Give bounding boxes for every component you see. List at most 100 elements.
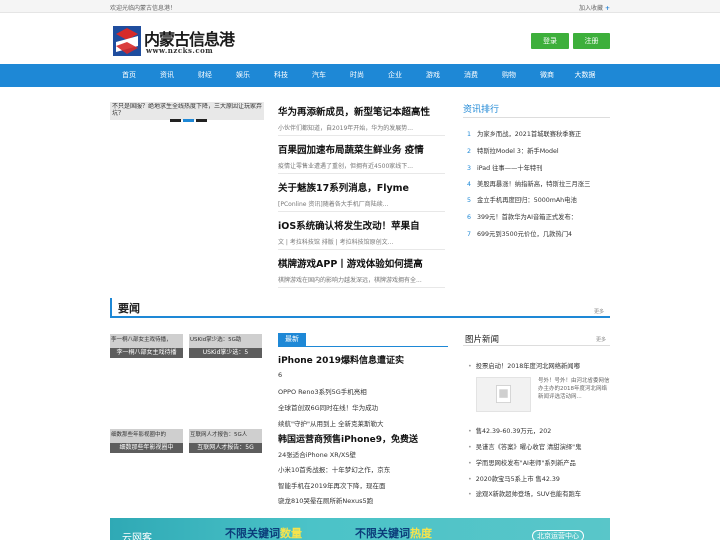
- site-logo[interactable]: 内蒙古信息港 www.nzcks.com: [113, 26, 235, 60]
- list-item[interactable]: 24张适合iPhone XR/XS壁: [278, 449, 356, 459]
- thumbnail-caption: 互联网人才报告：5G: [189, 443, 262, 453]
- news-title[interactable]: 百果园加速布局蔬菜生鲜业务 疫情: [278, 142, 448, 156]
- headline-slider[interactable]: 不只是国服？绝地求生全线热度下降，三大原因让玩家弃坑？: [110, 102, 264, 122]
- news-title[interactable]: 关于魅族17系列消息，Flyme: [278, 180, 448, 194]
- banner-brand: 云网客: [122, 533, 152, 540]
- image-placeholder-icon: [496, 385, 511, 403]
- nav-item-tech[interactable]: 科技: [262, 64, 300, 87]
- latest-news-list: iPhone 2019爆料信息遭证实 6 OPPO Reno3系列5G手机亮相 …: [278, 346, 448, 505]
- news-ranking: 资讯排行 1 为家乡而战，2021首城联赛秋季赛正 2 特斯拉Model 3：新手M…: [463, 102, 610, 238]
- ranking-title: 资讯排行: [463, 102, 610, 118]
- slider-dot[interactable]: [196, 119, 207, 122]
- nav-item-bigdata[interactable]: 大数据: [566, 64, 604, 87]
- thumbnail-alt: USKid掌少选：5G助: [190, 337, 242, 343]
- news-desc: 小伙伴们都知道，自2019年开始，华为的发展势...: [278, 125, 413, 132]
- more-link[interactable]: 更多: [596, 336, 606, 343]
- ad-banner[interactable]: 云网客 不限关键词数量 不限关键词热度 北京运营中心: [110, 518, 610, 540]
- picture-news-item[interactable]: • 2020款宝马5系上市 售42.39: [468, 474, 560, 483]
- news-title[interactable]: 华为再添新成员，新型笔记本超高性: [278, 104, 448, 118]
- thumbnail-alt: 李一桐八部女主戏待播，: [111, 337, 172, 343]
- nav-item-home[interactable]: 首页: [110, 64, 148, 87]
- plus-icon: +: [604, 5, 610, 12]
- news-desc: 棋牌游戏在国内的影响力越发深远，棋牌游戏拥有全...: [278, 277, 422, 284]
- picture-desc: 号外！号外！由河北省委网信办主办的2018年度河北网络新闻评选活动网...: [538, 378, 610, 400]
- more-link[interactable]: 更多: [594, 308, 604, 315]
- thumbnail-alt: 细数那些年影视圈中的: [111, 432, 167, 438]
- ranking-item[interactable]: 7 699元到3500元价位，几款热门4: [467, 229, 572, 238]
- nav-item-shopping[interactable]: 购物: [490, 64, 528, 87]
- list-item[interactable]: 续航"守护"从用到上 全新克莱斯勒大: [278, 418, 384, 428]
- picture-thumbnail[interactable]: [476, 377, 531, 412]
- news-item[interactable]: 百果园加速布局蔬菜生鲜业务 疫情 疫情让零售业遭遇了重创，但拥有近4500家线下…: [278, 142, 448, 174]
- divider: [278, 249, 445, 250]
- news-item[interactable]: 关于魅族17系列消息，Flyme [PConline 资讯]随着各大手机厂商陆续…: [278, 180, 448, 212]
- favorite-label: 加入收藏: [578, 5, 603, 12]
- picture-news-item[interactable]: • 售42.39-60.39万元，202: [468, 426, 551, 435]
- list-item[interactable]: OPPO Reno3系列5G手机亮相: [278, 386, 367, 396]
- register-button[interactable]: 注册: [573, 33, 610, 49]
- nav-item-news[interactable]: 资讯: [148, 64, 186, 87]
- ranking-item[interactable]: 3 iPad 往事——十年特刊: [467, 163, 543, 172]
- list-item[interactable]: 韩国运营商预售iPhone9，免费送: [278, 432, 418, 445]
- slider-dot-active[interactable]: [183, 119, 194, 122]
- tab-latest[interactable]: 最新: [278, 333, 306, 346]
- news-thumbnail[interactable]: 互联网人才报告：5G人 互联网人才报告：5G: [189, 429, 262, 453]
- ranking-item[interactable]: 5 金立手机再度回归：5000mAh电池: [467, 195, 577, 204]
- bullet-icon: •: [468, 363, 472, 370]
- news-item[interactable]: iOS系统确认将发生改动！苹果自 文 | 考拉科技馆 排版 | 考拉科技馆原创文…: [278, 218, 448, 250]
- banner-operator: 北京运营中心: [532, 530, 584, 540]
- nav-item-auto[interactable]: 汽车: [300, 64, 338, 87]
- section-title: 要闻: [118, 302, 140, 315]
- list-item[interactable]: 骁龙810哭晕在厕所新Nexus5跑: [278, 495, 373, 505]
- picture-news-header: 图片新闻 更多: [463, 330, 610, 346]
- news-title[interactable]: iOS系统确认将发生改动！苹果自: [278, 218, 448, 232]
- picture-news-item[interactable]: • 学而思网校发布"AI老师"系列新产品: [468, 458, 576, 467]
- news-desc: [PConline 资讯]随着各大手机厂商陆续...: [278, 201, 389, 208]
- thumbnail-caption: USKid掌少选：5: [189, 348, 262, 358]
- thumbnail-caption: 李一桐八部女主戏待播: [110, 348, 183, 358]
- nav-item-enterprise[interactable]: 企业: [376, 64, 414, 87]
- news-thumbnail[interactable]: 李一桐八部女主戏待播， 李一桐八部女主戏待播: [110, 334, 183, 358]
- divider: [278, 135, 445, 136]
- list-item[interactable]: 全球首创双6G同时在线！华为成功: [278, 402, 378, 412]
- list-item[interactable]: iPhone 2019爆料信息遭证实: [278, 353, 404, 366]
- news-title[interactable]: 棋牌游戏APP丨游戏体验如何提高: [278, 256, 448, 270]
- add-favorite-link[interactable]: 加入收藏 +: [579, 3, 610, 12]
- nav-item-fashion[interactable]: 时尚: [338, 64, 376, 87]
- nav-item-consumer[interactable]: 消费: [452, 64, 490, 87]
- section-accent-bar: [110, 298, 112, 316]
- ranking-item[interactable]: 4 美股再暴涨！纳指新高，特斯拉三月涨三: [467, 179, 590, 188]
- nav-item-finance[interactable]: 财经: [186, 64, 224, 87]
- news-item[interactable]: 华为再添新成员，新型笔记本超高性 小伙伴们都知道，自2019年开始，华为的发展势…: [278, 104, 448, 136]
- ranking-item[interactable]: 1 为家乡而战，2021首城联赛秋季赛正: [467, 129, 581, 138]
- nav-item-wechat-biz[interactable]: 微商: [528, 64, 566, 87]
- list-item[interactable]: 6: [278, 371, 282, 379]
- list-item[interactable]: 小米10首秀战报：十年梦幻之作，京东: [278, 464, 390, 474]
- divider: [278, 211, 445, 212]
- news-thumbnail[interactable]: USKid掌少选：5G助 USKid掌少选：5: [189, 334, 262, 358]
- nav-item-entertainment[interactable]: 娱乐: [224, 64, 262, 87]
- list-item[interactable]: 智能手机在2019年再次下降，现在面: [278, 480, 386, 490]
- ranking-item[interactable]: 2 特斯拉Model 3：新手Model: [467, 146, 559, 155]
- bullet-icon: •: [468, 491, 472, 498]
- login-button[interactable]: 登录: [531, 33, 569, 49]
- slider-image-alt: 不只是国服？绝地求生全线热度下降，三大原因让玩家弃坑？: [112, 103, 262, 117]
- news-thumbnail[interactable]: 细数那些年影视圈中的 细数那些年影视圈中: [110, 429, 183, 453]
- thumbnail-alt: 互联网人才报告：5G人: [190, 432, 248, 438]
- bullet-icon: •: [468, 476, 472, 483]
- bullet-icon: •: [468, 428, 472, 435]
- welcome-text: 欢迎光临内蒙古信息港！: [110, 5, 177, 12]
- slider-dot[interactable]: [170, 119, 181, 122]
- divider: [278, 173, 445, 174]
- picture-headline[interactable]: • 投票启动！2018年度河北网络新闻嘟: [468, 361, 580, 370]
- picture-news-item[interactable]: • 吴谨言《答案》曜心收官 清甜演绎"鬼: [468, 442, 581, 451]
- thumbnail-caption: 细数那些年影视圈中: [110, 443, 183, 453]
- news-desc: 文 | 考拉科技馆 排版 | 考拉科技馆原创文...: [278, 239, 394, 246]
- logo-mark-icon: [113, 26, 141, 56]
- ranking-item[interactable]: 6 399元！首款华为AI音箱正式发布：: [467, 212, 577, 221]
- nav-item-games[interactable]: 游戏: [414, 64, 452, 87]
- top-bar: 欢迎光临内蒙古信息港！ 加入收藏 +: [0, 0, 720, 13]
- divider: [278, 287, 445, 288]
- picture-news-item[interactable]: • 途观X新款超帅登场，SUV也能有跑车: [468, 489, 581, 498]
- news-item[interactable]: 棋牌游戏APP丨游戏体验如何提高 棋牌游戏在国内的影响力越发深远，棋牌游戏拥有全…: [278, 256, 448, 288]
